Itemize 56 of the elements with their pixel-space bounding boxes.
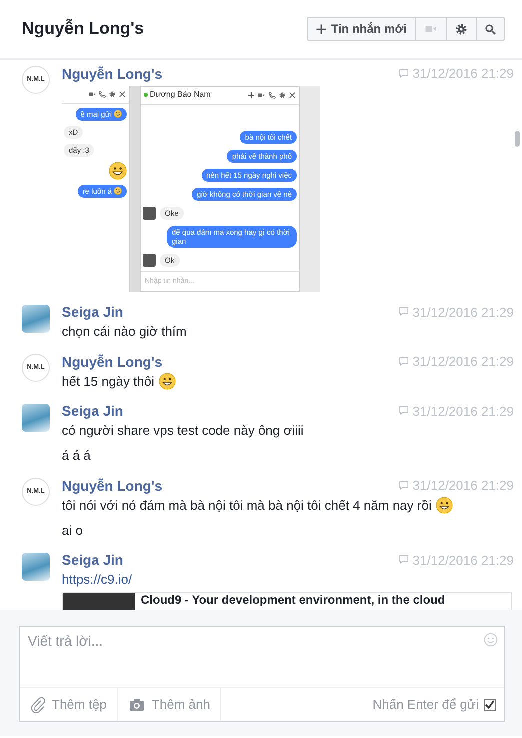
enter-to-send-checkbox[interactable] — [484, 698, 496, 710]
settings-icon — [109, 90, 116, 98]
message-text: á á á — [62, 447, 91, 465]
attach-file-button[interactable]: Thêm tệp — [20, 688, 118, 721]
comment-icon — [398, 480, 409, 491]
message-text: tôi nói với nó đám mà bà nội tôi mà bà nội tôi chết 4 năm nay rồi — [62, 496, 432, 514]
sender-name[interactable]: Seiga Jin — [62, 551, 124, 570]
phone-icon — [268, 92, 276, 98]
comment-icon — [398, 307, 409, 318]
scrollbar-thumb[interactable] — [515, 131, 520, 147]
close-icon — [289, 92, 296, 98]
message-text: có người share vps test code này ông ơiiii — [62, 422, 304, 440]
video-camera-icon — [258, 92, 266, 98]
plus-icon — [316, 24, 328, 34]
chat-window-title: Dương Bảo Nam — [150, 89, 211, 101]
reply-field[interactable]: Viết trả lời... — [20, 627, 484, 656]
reply-box[interactable]: Viết trả lời... Thêm tệp Thêm ảnh Nhấn Enter để gửi — [19, 626, 505, 722]
sender-name[interactable]: Seiga Jin — [62, 303, 124, 322]
camera-icon — [128, 696, 146, 712]
attach-photo-button[interactable]: Thêm ảnh — [118, 688, 222, 721]
message-text: chọn cái nào giờ thím — [62, 323, 187, 341]
smiley-emoji-icon — [109, 162, 127, 180]
sender-name[interactable]: Seiga Jin — [62, 402, 124, 420]
comment-icon — [398, 68, 409, 79]
message-time: 31/12/2016 21:29 — [412, 477, 514, 495]
video-camera-icon — [89, 90, 96, 98]
settings-icon — [278, 92, 286, 98]
message-time: 31/12/2016 21:29 — [412, 353, 514, 371]
comment-icon — [398, 406, 409, 416]
message-time: 31/12/2016 21:29 — [412, 552, 514, 570]
message-time: 31/12/2016 21:29 — [412, 65, 514, 83]
enter-to-send-label: Nhấn Enter để gửi — [372, 696, 479, 714]
close-icon — [119, 90, 126, 98]
avatar-photo — [143, 254, 156, 266]
message-link[interactable]: https://c9.io/ — [62, 571, 132, 589]
avatar-photo — [22, 304, 50, 332]
message-text: ai o — [62, 522, 83, 540]
settings-icon — [455, 22, 468, 36]
comment-icon — [398, 356, 409, 367]
video-camera-icon — [424, 23, 438, 35]
phone-icon — [99, 90, 106, 98]
avatar-photo — [22, 552, 50, 580]
preview-title: Cloud9 - Your development environment, in the cloud — [140, 592, 446, 608]
sender-name[interactable]: Nguyễn Long's — [62, 64, 163, 83]
avatar-photo — [143, 206, 156, 220]
avatar-photo — [22, 404, 50, 432]
comment-icon — [398, 555, 409, 566]
paperclip-icon — [30, 696, 46, 712]
message-time: 31/12/2016 21:29 — [412, 304, 514, 322]
message-text: hết 15 ngày thôi — [62, 372, 155, 390]
conversation-title: Nguyễn Long's — [22, 18, 144, 40]
search-icon — [485, 24, 496, 34]
sender-name[interactable]: Nguyễn Long's — [62, 352, 163, 371]
message-time: 31/12/2016 21:29 — [412, 402, 514, 420]
sender-name[interactable]: Nguyễn Long's — [62, 476, 163, 495]
plus-icon — [248, 92, 255, 98]
